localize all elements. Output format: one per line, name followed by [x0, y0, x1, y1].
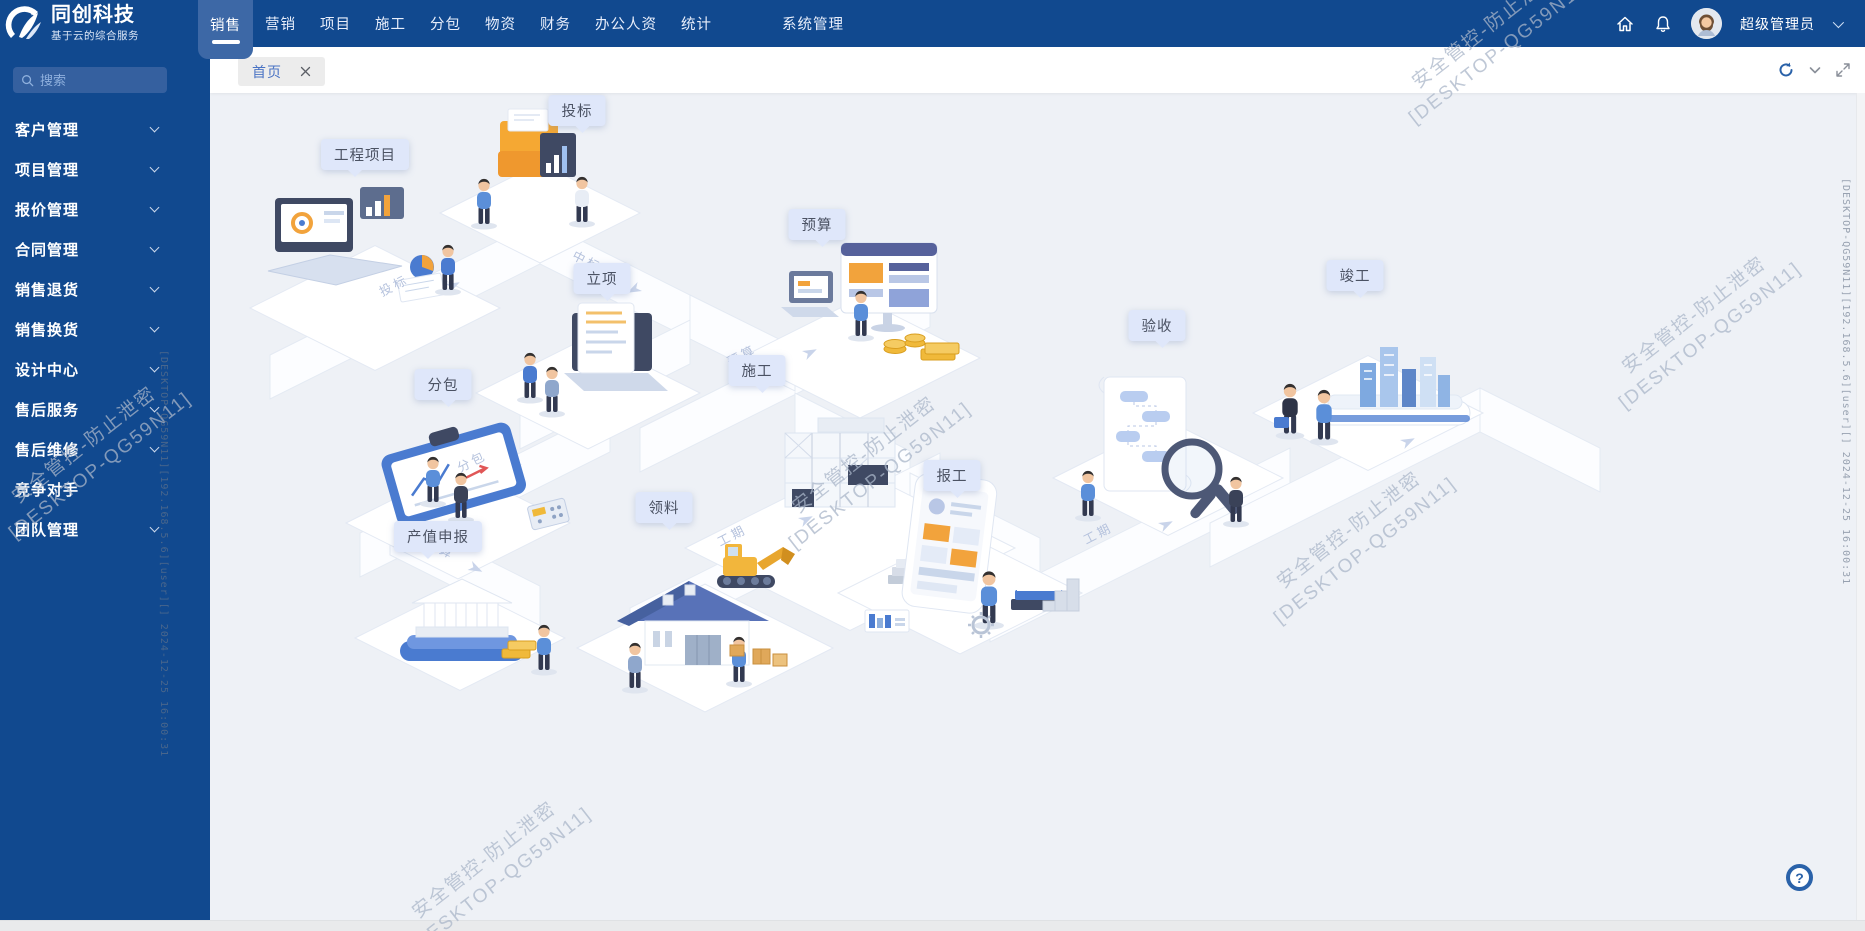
flow-node-material-requisition[interactable]: 领料	[636, 492, 693, 523]
notification-bell-icon[interactable]	[1653, 14, 1673, 34]
chevron-down-icon	[150, 283, 160, 293]
sidebar-item-quote-mgmt[interactable]: 报价管理	[0, 189, 210, 229]
flow-node-subcontract[interactable]: 分包	[415, 369, 472, 400]
sidebar-item-team-mgmt[interactable]: 团队管理	[0, 509, 210, 549]
chevron-down-icon	[150, 203, 160, 213]
nav-item-finance[interactable]: 财务	[528, 0, 583, 47]
tab-home[interactable]: 首页	[238, 57, 325, 86]
horizontal-scrollbar[interactable]	[0, 920, 1865, 931]
search-icon	[21, 74, 34, 87]
chevron-down-icon	[150, 523, 160, 533]
nav-item-marketing[interactable]: 营销	[253, 0, 308, 47]
chevron-down-icon	[150, 163, 160, 173]
flow-node-engineering-project[interactable]: 工程项目	[321, 139, 409, 170]
sidebar-menu: 客户管理 项目管理 报价管理 合同管理 销售退货 销售换货 设计中心 售后服务 …	[0, 109, 210, 549]
flow-node-budget[interactable]: 预算	[789, 209, 846, 240]
nav-item-sales[interactable]: 销售	[198, 0, 253, 59]
refresh-icon[interactable]	[1777, 61, 1795, 79]
home-icon[interactable]	[1615, 14, 1635, 34]
user-menu-caret-icon[interactable]	[1833, 16, 1844, 27]
brand-title: 同创科技	[51, 4, 139, 26]
tab-bar: 首页	[210, 47, 1865, 93]
help-button[interactable]: ?	[1786, 864, 1813, 891]
nav-item-statistics[interactable]: 统计	[669, 0, 724, 47]
nav-item-hr[interactable]: 办公人资	[583, 0, 669, 47]
nav-item-construction[interactable]: 施工	[363, 0, 418, 47]
flow-node-bidding[interactable]: 投标	[549, 95, 606, 126]
logo-icon	[5, 4, 45, 44]
app-window: 同创科技 基于云的综合服务 销售 营销 项目 施工 分包 物资 财务 办公人资 …	[0, 0, 1865, 931]
avatar-image	[1691, 8, 1722, 39]
nav-item-subcontract[interactable]: 分包	[418, 0, 473, 47]
active-underline	[212, 40, 240, 44]
brand: 同创科技 基于云的综合服务	[0, 0, 210, 47]
sidebar-item-competitors[interactable]: 竞争对手	[0, 469, 210, 509]
user-name[interactable]: 超级管理员	[1740, 14, 1815, 34]
nav-item-project[interactable]: 项目	[308, 0, 363, 47]
sidebar-item-sales-exchange[interactable]: 销售换货	[0, 309, 210, 349]
flow-node-work-report[interactable]: 报工	[924, 460, 981, 491]
sidebar-item-aftersales-service[interactable]: 售后服务	[0, 389, 210, 429]
report-sheet-icon	[865, 610, 909, 632]
top-navigation: 销售 营销 项目 施工 分包 物资 财务 办公人资 统计 系统管理	[198, 0, 856, 47]
sidebar-item-design-center[interactable]: 设计中心	[0, 349, 210, 389]
flow-node-output-declaration[interactable]: 产值申报	[394, 521, 482, 552]
fullscreen-icon[interactable]	[1835, 62, 1851, 78]
tab-menu-caret-icon[interactable]	[1808, 63, 1822, 77]
chevron-down-icon	[150, 363, 160, 373]
chevron-down-icon	[150, 243, 160, 253]
tab-close-icon[interactable]	[300, 66, 311, 77]
brand-subtitle: 基于云的综合服务	[51, 28, 139, 43]
vertical-scrollbar[interactable]	[1856, 93, 1865, 920]
flow-node-completion[interactable]: 竣工	[1327, 260, 1384, 291]
main-content: 工程项目 投标 预算 立项 施工 分包 领料 产值申报 报工 验收 竣工 投标 …	[210, 93, 1856, 920]
chevron-down-icon	[150, 443, 160, 453]
nav-item-system[interactable]: 系统管理	[770, 0, 856, 47]
sidebar: 客户管理 项目管理 报价管理 合同管理 销售退货 销售换货 设计中心 售后服务 …	[0, 47, 210, 920]
search-input[interactable]	[40, 73, 159, 88]
chevron-down-icon	[150, 403, 160, 413]
nav-item-materials[interactable]: 物资	[473, 0, 528, 47]
flow-node-initiation[interactable]: 立项	[574, 263, 631, 294]
tab-label: 首页	[252, 62, 282, 82]
user-avatar[interactable]	[1691, 8, 1722, 39]
chevron-down-icon	[150, 123, 160, 133]
sidebar-item-aftersales-repair[interactable]: 售后维修	[0, 429, 210, 469]
chevron-down-icon	[150, 323, 160, 333]
sidebar-item-customer-mgmt[interactable]: 客户管理	[0, 109, 210, 149]
sidebar-item-project-mgmt[interactable]: 项目管理	[0, 149, 210, 189]
process-illustration	[210, 93, 1856, 920]
sidebar-item-contract-mgmt[interactable]: 合同管理	[0, 229, 210, 269]
flow-node-construction[interactable]: 施工	[729, 355, 786, 386]
sidebar-item-sales-return[interactable]: 销售退货	[0, 269, 210, 309]
briefcase-icon	[1274, 417, 1289, 428]
flow-node-acceptance[interactable]: 验收	[1129, 310, 1186, 341]
sidebar-search[interactable]	[13, 67, 167, 93]
header: 同创科技 基于云的综合服务 销售 营销 项目 施工 分包 物资 财务 办公人资 …	[0, 0, 1865, 47]
